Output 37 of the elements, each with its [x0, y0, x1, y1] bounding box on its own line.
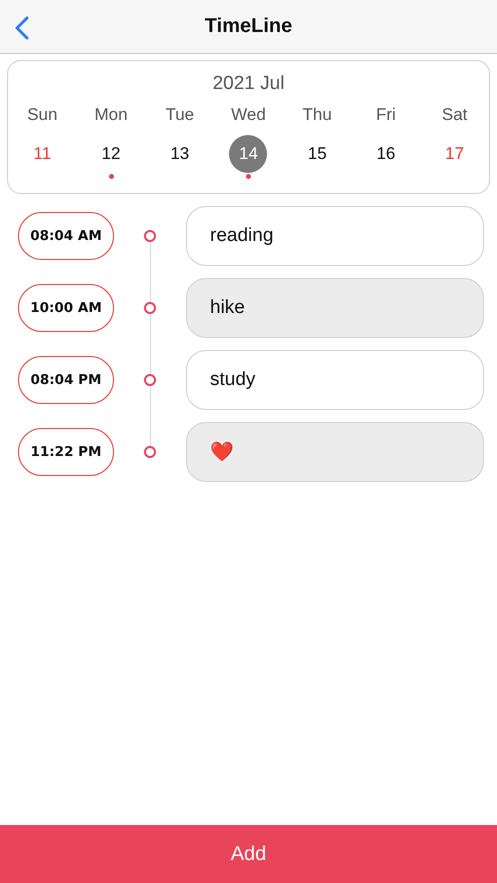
time-pill[interactable]: 08:04 PM	[18, 356, 114, 404]
calendar-day[interactable]: 12	[92, 135, 130, 173]
weekday-label: Wed	[231, 104, 266, 126]
weekday-label: Sat	[442, 104, 468, 126]
add-button[interactable]: Add	[0, 825, 497, 883]
weekday-label: Thu	[302, 104, 332, 126]
weekday-label: Mon	[94, 104, 128, 126]
calendar-day[interactable]: 13	[160, 135, 199, 173]
entry-card[interactable]: reading	[186, 206, 484, 266]
time-pill[interactable]: 11:22 PM	[18, 428, 114, 476]
weekday-label: Tue	[165, 104, 194, 126]
entry-card[interactable]: ❤	[186, 422, 484, 482]
calendar-day[interactable]: 14	[229, 135, 268, 173]
calendar-day[interactable]: 15	[298, 135, 336, 173]
calendar-day[interactable]: 17	[436, 135, 474, 173]
day-number: 12	[102, 144, 121, 164]
entry-card[interactable]: study	[186, 350, 484, 410]
day-number: 13	[170, 144, 190, 164]
back-icon[interactable]	[14, 16, 30, 40]
timeline-node	[144, 446, 156, 458]
calendar-day[interactable]: 16	[366, 135, 405, 173]
timeline-node	[144, 302, 156, 314]
nav-title: TimeLine	[204, 15, 292, 38]
day-number: 11	[34, 144, 52, 164]
time-pill[interactable]: 08:04 AM	[18, 212, 114, 260]
calendar-day[interactable]: 11	[23, 135, 62, 173]
time-pill[interactable]: 10:00 AM	[18, 284, 114, 332]
timeline-node	[144, 374, 156, 386]
weekday-label: Fri	[376, 104, 396, 126]
timeline-node	[144, 230, 156, 242]
month-label: 2021 Jul	[212, 73, 284, 95]
entry-card[interactable]: hike	[186, 278, 484, 338]
day-number: 15	[308, 144, 327, 164]
day-number: 17	[445, 144, 464, 164]
day-number: 16	[376, 144, 396, 164]
day-number: 14	[239, 144, 258, 164]
weekday-label: Sun	[27, 104, 58, 126]
